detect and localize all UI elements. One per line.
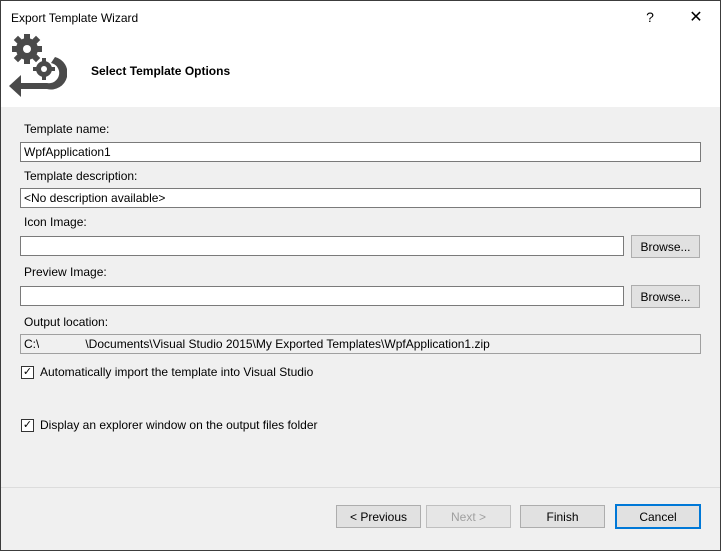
cancel-button[interactable]: Cancel [615, 504, 701, 529]
page-title: Select Template Options [91, 64, 231, 78]
preview-image-browse-button[interactable]: Browse... [631, 285, 700, 308]
icon-image-label: Icon Image: [24, 215, 87, 229]
check-icon: ✓ [22, 418, 33, 431]
check-icon: ✓ [22, 365, 33, 378]
redacted-username [39, 338, 86, 351]
close-button[interactable]: ✕ [673, 1, 719, 33]
output-location-path: \Documents\Visual Studio 2015\My Exporte… [85, 337, 490, 351]
output-location-label: Output location: [24, 315, 109, 329]
template-description-label: Template description: [24, 169, 138, 183]
auto-import-label: Automatically import the template into V… [40, 365, 314, 379]
icon-image-input[interactable] [20, 236, 624, 256]
icon-image-browse-button[interactable]: Browse... [631, 235, 700, 258]
help-icon: ? [646, 9, 654, 25]
close-icon: ✕ [689, 9, 703, 26]
auto-import-checkbox-row[interactable]: ✓ Automatically import the template into… [21, 365, 313, 379]
next-button[interactable]: Next > [426, 505, 511, 528]
footer-divider [1, 487, 720, 488]
finish-button[interactable]: Finish [520, 505, 605, 528]
explorer-checkbox-row[interactable]: ✓ Display an explorer window on the outp… [21, 418, 318, 432]
previous-button[interactable]: < Previous [336, 505, 421, 528]
help-button[interactable]: ? [627, 1, 673, 33]
template-description-input[interactable]: <No description available> [20, 188, 701, 208]
preview-image-input[interactable] [20, 286, 624, 306]
preview-image-label: Preview Image: [24, 265, 107, 279]
gears-export-icon [9, 34, 67, 97]
template-name-label: Template name: [24, 122, 110, 136]
window-title: Export Template Wizard [11, 11, 139, 25]
output-location-prefix: C:\ [24, 337, 40, 351]
auto-import-checkbox[interactable]: ✓ [21, 365, 34, 379]
output-location-field[interactable]: C:\ \Documents\Visual Studio 2015\My Expo… [20, 334, 701, 354]
wizard-header: Select Template Options [1, 33, 720, 107]
explorer-label: Display an explorer window on the output… [40, 418, 318, 432]
template-name-input[interactable]: WpfApplication1 [20, 142, 701, 162]
export-template-wizard-window: Export Template Wizard ? ✕ Select Templa… [0, 0, 721, 551]
explorer-checkbox[interactable]: ✓ [21, 418, 34, 432]
title-bar: Export Template Wizard ? ✕ [1, 1, 720, 33]
